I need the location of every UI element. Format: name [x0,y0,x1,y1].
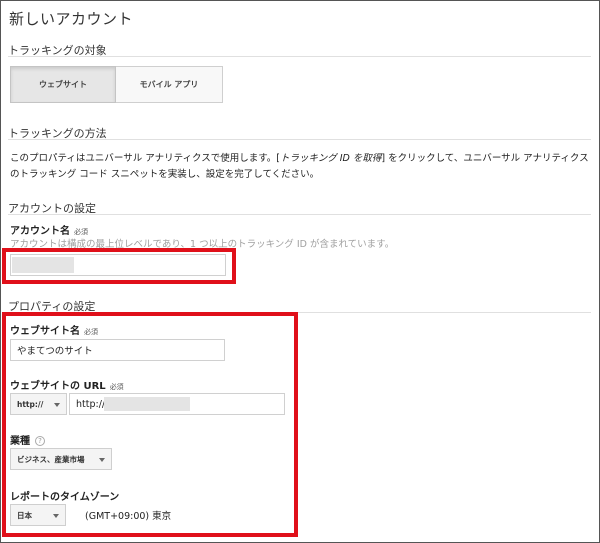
description-text: このプロパティはユニバーサル アナリティクスで使用します。[ [10,153,280,164]
tab-website[interactable]: ウェブサイト [10,66,116,103]
divider [8,139,591,140]
divider [8,214,591,215]
account-name-label: アカウント名 必須 [10,222,88,237]
page-title: 新しいアカウント [9,10,134,28]
get-tracking-id-reference: トラッキング ID を取得 [279,153,382,164]
tracking-target-tabs: ウェブサイト モバイル アプリ [10,66,223,103]
highlight-box-account [2,248,236,284]
divider [8,56,591,57]
highlight-box-property [2,312,298,537]
required-badge: 必須 [74,228,88,236]
tracking-method-description: このプロパティはユニバーサル アナリティクスで使用します。[トラッキング ID … [10,151,590,183]
tab-mobile-app[interactable]: モバイル アプリ [116,66,223,103]
